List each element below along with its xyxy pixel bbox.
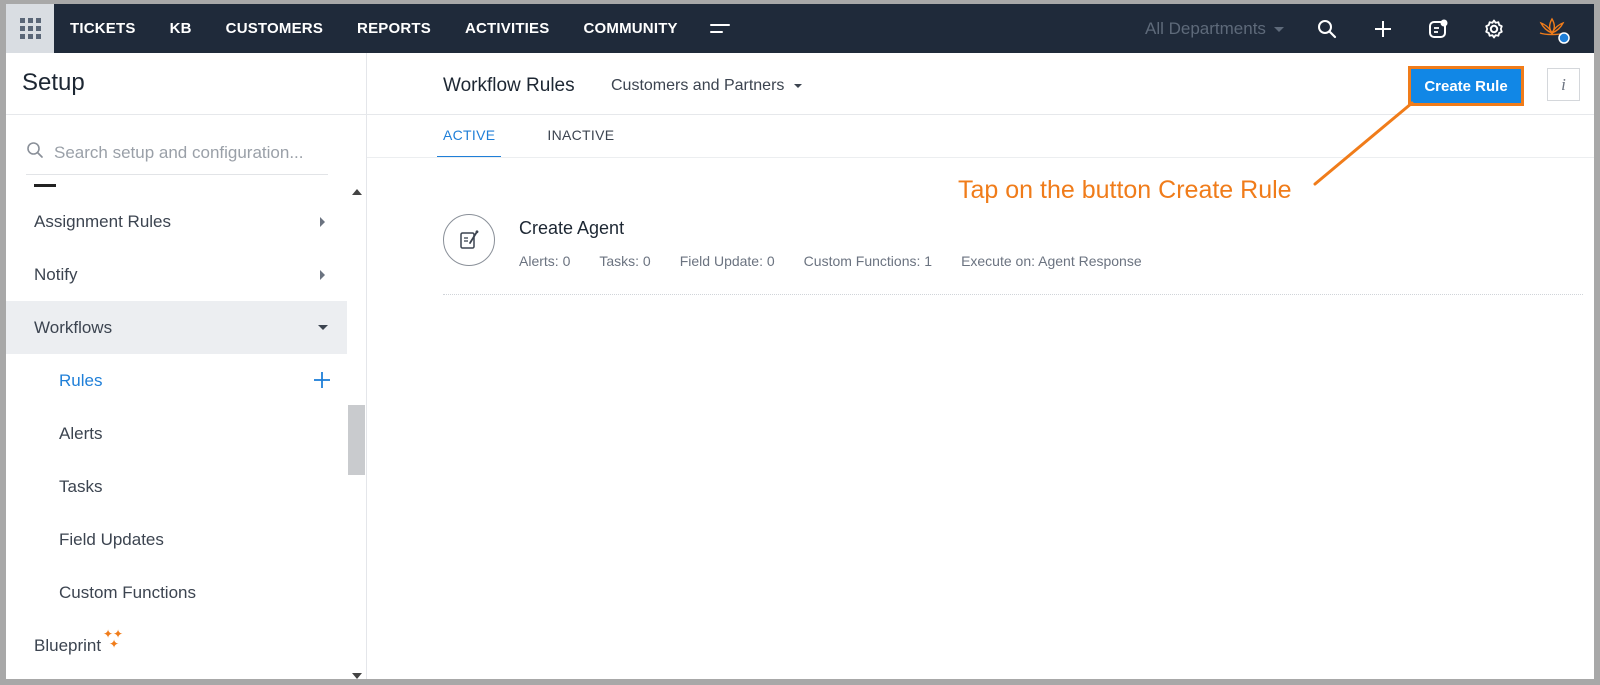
create-rule-button[interactable]: Create Rule xyxy=(1408,66,1524,106)
sidebar-item-assignment-rules[interactable]: Assignment Rules xyxy=(6,195,347,248)
main-content: Workflow Rules Customers and Partners Cr… xyxy=(367,53,1594,679)
truncated-item-marker xyxy=(34,184,56,187)
search-icon[interactable] xyxy=(1314,16,1340,42)
chevron-down-icon xyxy=(318,325,328,330)
add-rule-icon[interactable] xyxy=(311,369,333,391)
avatar[interactable] xyxy=(1536,13,1570,45)
sidebar-item-alerts[interactable]: Alerts xyxy=(6,407,347,460)
page-title: Workflow Rules xyxy=(443,75,575,96)
nav-kb[interactable]: KB xyxy=(170,20,192,37)
sidebar-item-label: Rules xyxy=(59,370,103,390)
rule-name[interactable]: Create Agent xyxy=(519,218,624,239)
sidebar-item-label: Blueprint xyxy=(34,635,102,655)
rule-execute-on: Execute on: Agent Response xyxy=(961,253,1142,269)
search-input[interactable] xyxy=(54,142,314,163)
tab-inactive[interactable]: INACTIVE xyxy=(541,115,620,158)
main-nav: TICKETS KB CUSTOMERS REPORTS ACTIVITIES … xyxy=(70,4,712,53)
chevron-right-icon xyxy=(320,216,325,227)
sidebar-item-workflows[interactable]: Workflows xyxy=(6,301,347,354)
setup-search xyxy=(26,131,328,175)
sparkle-icon: ✦ xyxy=(109,637,120,651)
list-item[interactable]: Create Agent Alerts: 0 Tasks: 0 Field Up… xyxy=(443,211,1583,295)
sidebar-title: Setup xyxy=(22,69,85,96)
rule-custom-functions-count: Custom Functions: 1 xyxy=(803,253,933,269)
scroll-up-icon[interactable] xyxy=(352,189,362,195)
nav-customers[interactable]: CUSTOMERS xyxy=(226,20,323,37)
sidebar-item-label: Alerts xyxy=(59,423,103,443)
sidebar-item-field-updates[interactable]: Field Updates xyxy=(6,513,347,566)
edit-note-icon xyxy=(443,214,495,266)
department-filter-label: Customers and Partners xyxy=(611,77,785,94)
sidebar-item-label: Workflows xyxy=(34,317,113,337)
rule-tasks-count: Tasks: 0 xyxy=(599,253,651,269)
department-filter[interactable]: Customers and Partners xyxy=(611,77,803,95)
scroll-down-icon[interactable] xyxy=(352,673,362,679)
sidebar-item-blueprint[interactable]: Blueprint ✦✦ ✦ xyxy=(6,619,347,672)
tab-active[interactable]: ACTIVE xyxy=(437,115,502,158)
tutorial-annotation: Tap on the button Create Rule xyxy=(958,176,1292,204)
sidebar-menu: Assignment Rules Notify Workflows Rules … xyxy=(6,195,347,672)
app-launcher-icon[interactable] xyxy=(6,4,54,53)
divider xyxy=(6,114,367,115)
sidebar-item-label: Field Updates xyxy=(59,529,164,549)
nav-reports[interactable]: REPORTS xyxy=(357,20,431,37)
department-selector[interactable]: All Departments xyxy=(1145,19,1284,39)
chevron-down-icon xyxy=(1273,26,1284,32)
sidebar-item-label: Custom Functions xyxy=(59,582,196,602)
rule-meta: Alerts: 0 Tasks: 0 Field Update: 0 Custo… xyxy=(519,253,1171,269)
info-label: i xyxy=(1561,74,1566,94)
top-navigation-bar: TICKETS KB CUSTOMERS REPORTS ACTIVITIES … xyxy=(6,4,1594,53)
chevron-down-icon xyxy=(794,84,803,88)
sidebar-scrollbar[interactable] xyxy=(347,183,366,679)
add-icon[interactable] xyxy=(1370,16,1396,42)
setup-sidebar: Setup Assignment Rules Notify Workflows … xyxy=(6,53,367,679)
sidebar-item-tasks[interactable]: Tasks xyxy=(6,460,347,513)
sidebar-item-custom-functions[interactable]: Custom Functions xyxy=(6,566,347,619)
divider xyxy=(367,157,1594,158)
sidebar-item-notify[interactable]: Notify xyxy=(6,248,347,301)
sidebar-item-rules[interactable]: Rules xyxy=(6,354,347,407)
nav-tickets[interactable]: TICKETS xyxy=(70,20,136,37)
chevron-right-icon xyxy=(320,269,325,280)
department-label: All Departments xyxy=(1145,19,1266,38)
search-icon xyxy=(26,141,44,164)
sidebar-item-label: Tasks xyxy=(59,476,103,496)
rule-alerts-count: Alerts: 0 xyxy=(519,253,571,269)
sidebar-item-label: Notify xyxy=(34,264,78,284)
more-menu-icon[interactable] xyxy=(710,24,730,34)
rule-field-update-count: Field Update: 0 xyxy=(679,253,775,269)
rule-status-tabs: ACTIVE INACTIVE xyxy=(437,115,660,158)
sidebar-item-label: Assignment Rules xyxy=(34,211,172,231)
scroll-thumb[interactable] xyxy=(348,405,365,475)
info-icon[interactable]: i xyxy=(1547,68,1580,101)
nav-activities[interactable]: ACTIVITIES xyxy=(465,20,550,37)
notifications-icon[interactable] xyxy=(1425,16,1451,42)
nav-community[interactable]: COMMUNITY xyxy=(583,20,677,37)
gear-icon[interactable] xyxy=(1481,16,1507,42)
